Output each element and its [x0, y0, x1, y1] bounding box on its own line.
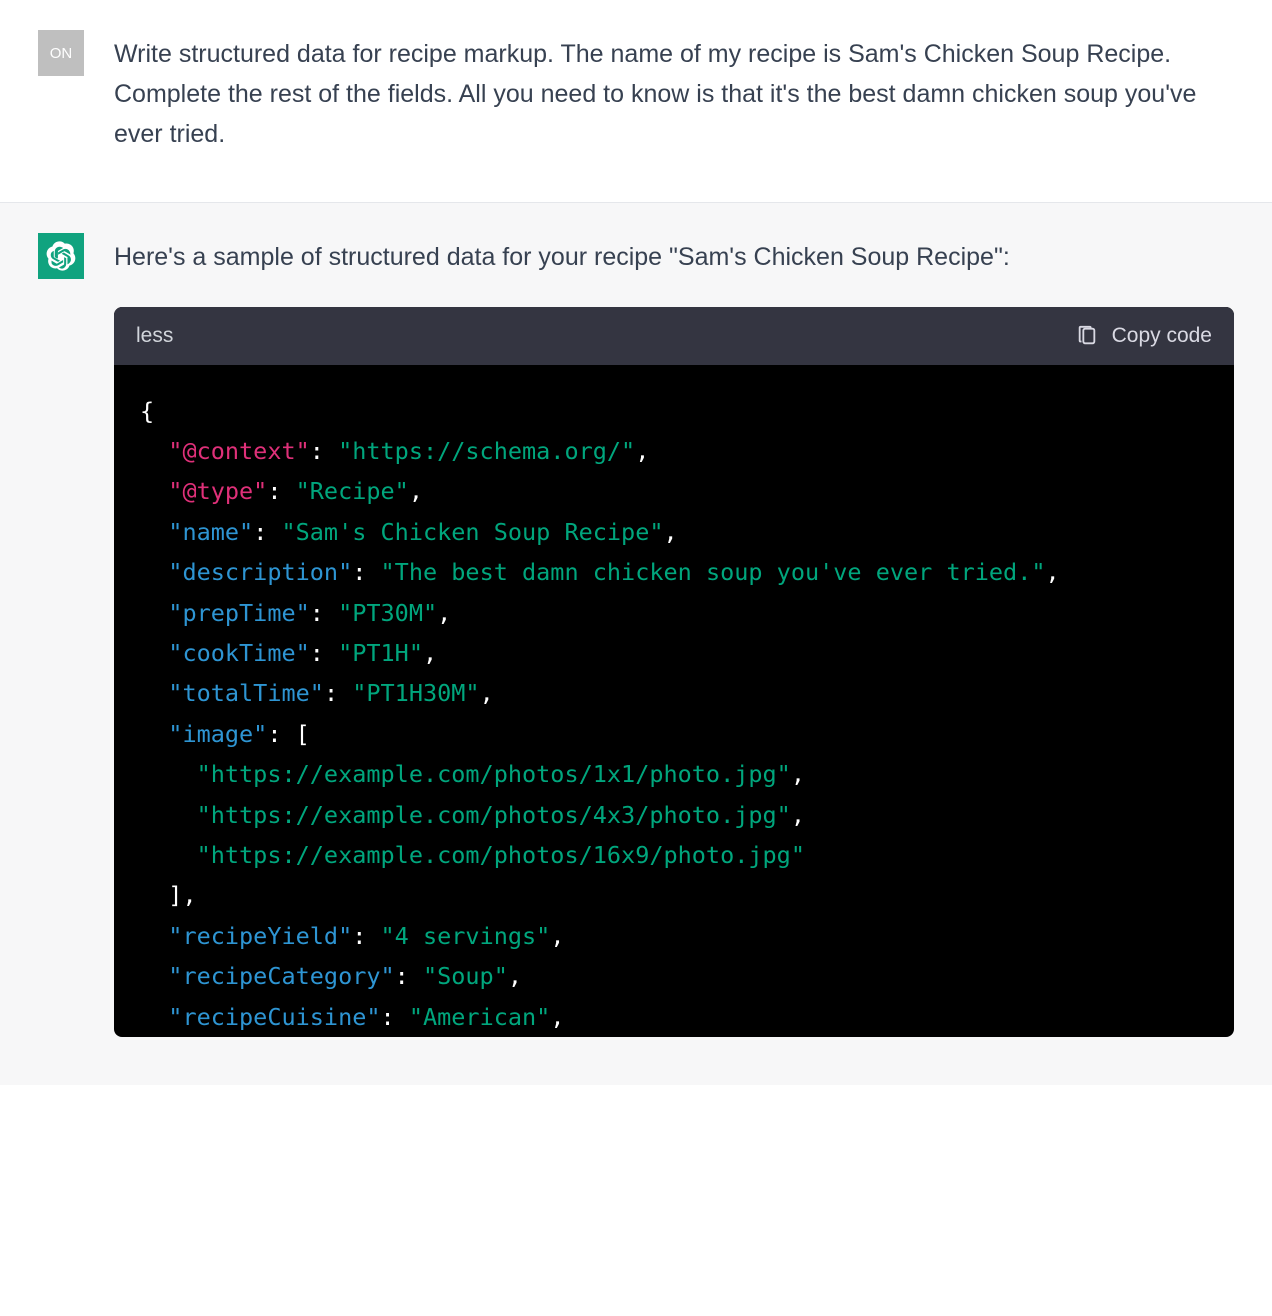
- code-token: : [: [267, 720, 309, 748]
- assistant-avatar: [38, 233, 84, 279]
- code-token: ,: [423, 639, 437, 667]
- code-token: "https://example.com/photos/4x3/photo.jp…: [197, 801, 791, 829]
- code-token: :: [352, 922, 380, 950]
- code-token: "Sam's Chicken Soup Recipe": [281, 518, 663, 546]
- code-token: {: [140, 397, 154, 425]
- code-token: "name": [168, 518, 253, 546]
- code-token: "recipeYield": [168, 922, 352, 950]
- code-token: ,: [550, 1003, 564, 1031]
- code-token: ,: [791, 760, 805, 788]
- user-avatar-label: ON: [50, 45, 73, 62]
- code-token: "@context": [168, 437, 309, 465]
- code-token: "totalTime": [168, 679, 324, 707]
- code-token: :: [267, 477, 295, 505]
- code-language-label: less: [136, 319, 173, 353]
- code-token: "Soup": [423, 962, 508, 990]
- code-header: less Copy code: [114, 307, 1234, 365]
- code-token: ,: [635, 437, 649, 465]
- code-token: :: [310, 599, 338, 627]
- code-token: "https://example.com/photos/1x1/photo.jp…: [197, 760, 791, 788]
- user-avatar: ON: [38, 30, 84, 76]
- code-token: "4 servings": [381, 922, 551, 950]
- code-token: ,: [409, 477, 423, 505]
- copy-code-button[interactable]: Copy code: [1076, 319, 1212, 353]
- code-token: :: [253, 518, 281, 546]
- code-token: "PT1H": [338, 639, 423, 667]
- code-token: "American": [409, 1003, 550, 1031]
- code-token: "cookTime": [168, 639, 309, 667]
- code-token: ,: [664, 518, 678, 546]
- code-block: less Copy code { "@context": "https://sc…: [114, 307, 1234, 1037]
- code-token: ,: [1046, 558, 1060, 586]
- code-token: "prepTime": [168, 599, 309, 627]
- code-token: "PT30M": [338, 599, 437, 627]
- code-token: :: [381, 1003, 409, 1031]
- code-token: "PT1H30M": [352, 679, 479, 707]
- code-token: :: [324, 679, 352, 707]
- code-token: "image": [168, 720, 267, 748]
- code-token: "https://example.com/photos/16x9/photo.j…: [197, 841, 805, 869]
- assistant-intro-text: Here's a sample of structured data for y…: [114, 237, 1234, 277]
- code-token: "Recipe": [296, 477, 409, 505]
- code-token: "recipeCategory": [168, 962, 394, 990]
- code-token: "The best damn chicken soup you've ever …: [381, 558, 1046, 586]
- code-token: ,: [480, 679, 494, 707]
- code-token: "https://schema.org/": [338, 437, 635, 465]
- code-token: ,: [508, 962, 522, 990]
- code-token: ,: [437, 599, 451, 627]
- code-token: :: [310, 639, 338, 667]
- code-token: :: [352, 558, 380, 586]
- openai-logo-icon: [46, 241, 76, 271]
- code-token: "description": [168, 558, 352, 586]
- code-token: ,: [550, 922, 564, 950]
- user-message-text: Write structured data for recipe markup.…: [114, 30, 1234, 154]
- code-body: { "@context": "https://schema.org/", "@t…: [114, 365, 1234, 1038]
- assistant-message-row: Here's a sample of structured data for y…: [0, 203, 1272, 1085]
- code-token: :: [395, 962, 423, 990]
- user-message-row: ON Write structured data for recipe mark…: [0, 0, 1272, 203]
- code-token: :: [310, 437, 338, 465]
- code-token: ,: [791, 801, 805, 829]
- assistant-message-content: Here's a sample of structured data for y…: [114, 233, 1234, 1037]
- code-token: "recipeCuisine": [168, 1003, 380, 1031]
- code-token: ],: [168, 881, 196, 909]
- clipboard-icon: [1076, 325, 1098, 347]
- copy-code-label: Copy code: [1112, 319, 1212, 353]
- code-token: "@type": [168, 477, 267, 505]
